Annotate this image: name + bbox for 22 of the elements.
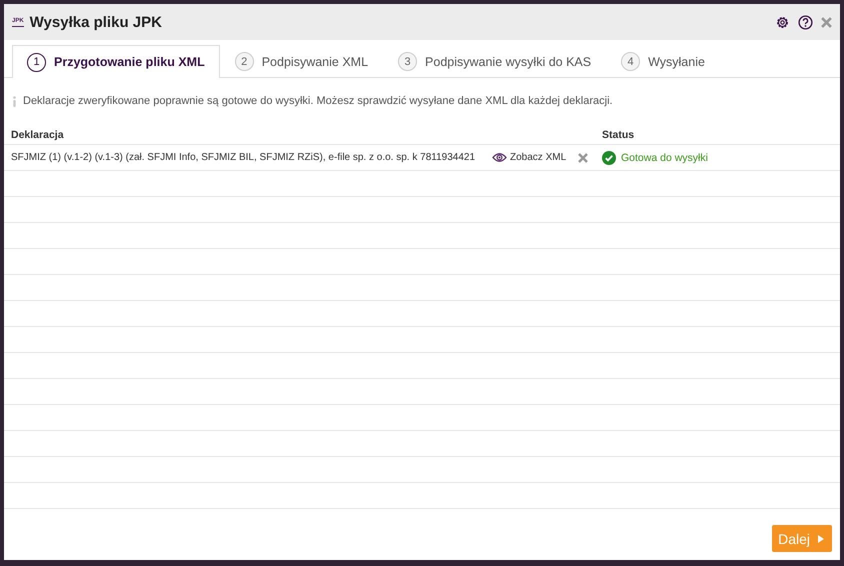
remove-icon[interactable] [578, 152, 588, 162]
info-icon [12, 96, 17, 106]
check-icon [602, 150, 616, 164]
tab[interactable]: 4 Wysyłanie [606, 45, 720, 77]
tab[interactable]: 3 Podpisywanie wysyłki do KAS [383, 45, 606, 77]
view-xml-link[interactable]: Zobacz XML [492, 152, 566, 163]
tab[interactable]: 2 Podpisywanie XML [220, 45, 384, 77]
step-number: 1 [27, 52, 46, 72]
step-number: 3 [398, 52, 418, 71]
step-number: 2 [234, 52, 254, 71]
info-text: Deklaracje zweryfikowane poprawnie są gotowe do wysyłki. Możesz sprawdzić wysyłane dane XML dla każdej deklaracji. [23, 95, 613, 107]
column-header: Status [602, 129, 634, 141]
column-header: Deklaracja [11, 129, 64, 141]
window-title: Wysyłka pliku JPK [30, 14, 163, 30]
play-icon [818, 534, 824, 542]
eye-icon [492, 152, 507, 163]
help-icon[interactable] [798, 14, 813, 30]
tab[interactable]: 1 Przygotowanie pliku XML [12, 45, 220, 78]
settings-icon[interactable] [775, 14, 790, 30]
step-number: 4 [621, 52, 640, 71]
table-cell-text: SFJMIZ (1) (v.1-2) (v.1-3) (zał. SFJMI Info, SFJMIZ BIL, SFJMIZ RZiS), e-file sp. z o.o. sp. k 7811934421 [11, 152, 476, 163]
status-text: Gotowa do wysyłki [621, 152, 708, 164]
